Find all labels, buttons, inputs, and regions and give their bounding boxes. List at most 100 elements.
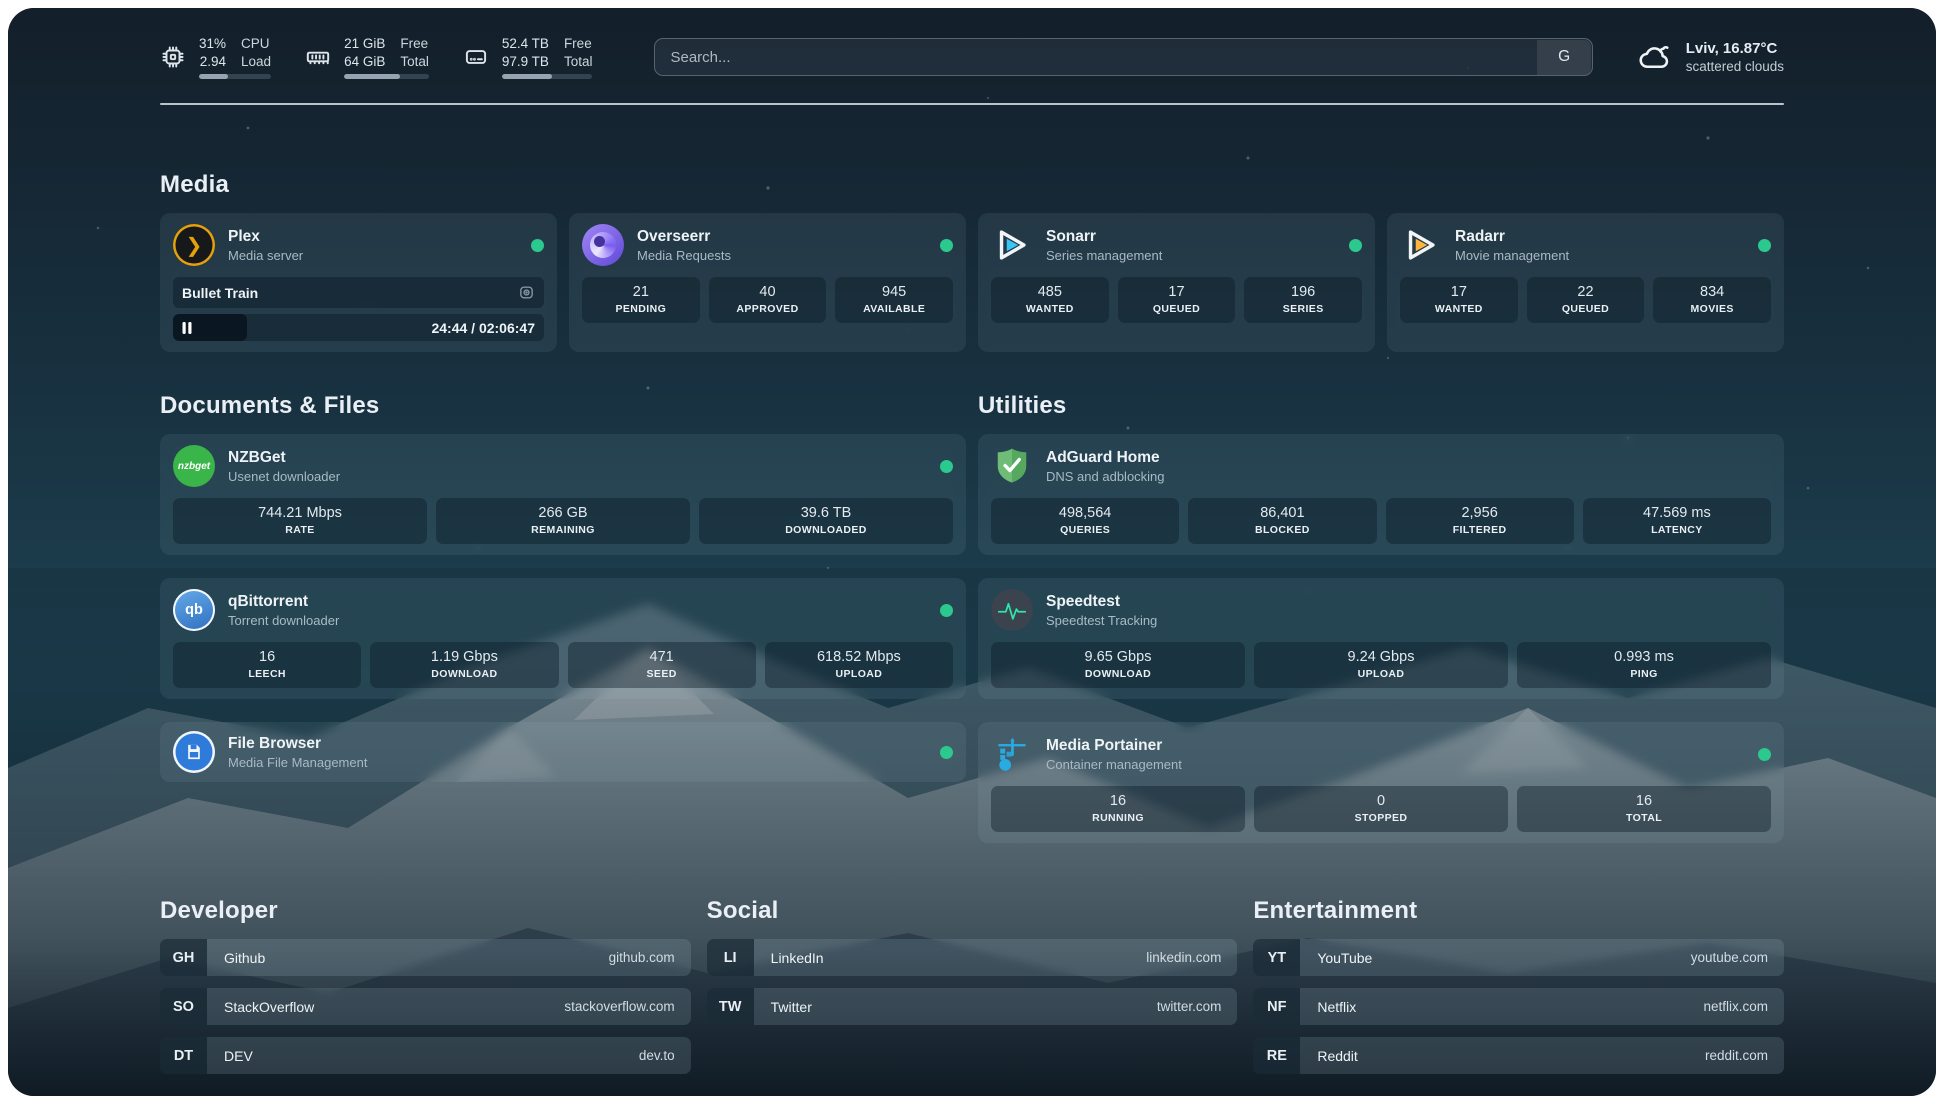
stat-box: 17 QUEUED [1118,277,1236,323]
bookmark-abbr: SO [160,988,207,1025]
service-card-speedtest[interactable]: Speedtest Speedtest Tracking 9.65 Gbps D… [978,578,1784,699]
bookmark-name: LinkedIn [754,939,1147,976]
service-title: Media Portainer [1046,736,1182,755]
service-card-nzbget[interactable]: NZBGet Usenet downloader 744.21 Mbps RAT… [160,434,966,555]
media-grid: Plex Media server Bullet Train [160,213,1784,352]
bookmark-abbr: NF [1253,988,1300,1025]
stat-box: 2,956 FILTERED [1386,498,1574,544]
service-title: NZBGet [228,448,340,467]
bookmark-domain: dev.to [639,1037,691,1074]
portainer-icon [991,733,1033,775]
stat-box: 16 TOTAL [1517,786,1771,832]
playback-time: 24:44 / 02:06:47 [431,320,544,336]
bookmark-dev[interactable]: DT DEV dev.to [160,1037,691,1074]
bookmark-domain: github.com [609,939,691,976]
bookmark-twitter[interactable]: TW Twitter twitter.com [707,988,1238,1025]
stat-box: 21 PENDING [582,277,700,323]
status-dot [1349,239,1362,252]
cpu-icon [160,44,186,70]
stat-box: 40 APPROVED [709,277,827,323]
stat-box: 945 AVAILABLE [835,277,953,323]
status-dot [531,239,544,252]
bookmark-linkedin[interactable]: LI LinkedIn linkedin.com [707,939,1238,976]
cpu-stats: 31% 2.94 CPU Load [199,35,271,79]
weather-location-temp: Lviv, 16.87°C [1686,39,1784,58]
service-card-sonarr[interactable]: Sonarr Series management 485 WANTED 17 Q… [978,213,1375,352]
bookmark-abbr: DT [160,1037,207,1074]
nzbget-icon [173,445,215,487]
service-card-adguard[interactable]: AdGuard Home DNS and adblocking 498,564 … [978,434,1784,555]
camera-icon [518,284,535,301]
service-card-qbittorrent[interactable]: qBittorrent Torrent downloader 16 LEECH [160,578,966,699]
bookmark-youtube[interactable]: YT YouTube youtube.com [1253,939,1784,976]
memory-progress-fill [344,74,400,79]
weather-widget: Lviv, 16.87°C scattered clouds [1637,39,1784,75]
dashboard-content: 31% 2.94 CPU Load [8,8,1936,1096]
search-bar: G [654,38,1592,76]
bookmark-group-developer: Developer GH Github github.com SO StackO… [160,897,691,1086]
memory-total: 64 GiB [344,53,385,71]
stat-box: 9.65 Gbps DOWNLOAD [991,642,1245,688]
bookmark-stackoverflow[interactable]: SO StackOverflow stackoverflow.com [160,988,691,1025]
bookmark-github[interactable]: GH Github github.com [160,939,691,976]
free-label: Free [400,35,429,53]
section-documents: Documents & Files NZBGet Usenet download… [160,392,966,843]
section-utilities: Utilities AdGuard Home DNS and adblock [978,392,1784,843]
search-input[interactable] [654,38,1592,76]
bookmark-domain: stackoverflow.com [564,988,690,1025]
free-label: Free [564,35,593,53]
bookmark-name: Netflix [1300,988,1703,1025]
bookmarks-section: Developer GH Github github.com SO StackO… [160,897,1784,1086]
radarr-icon [1400,224,1442,266]
stat-box: 618.52 Mbps UPLOAD [765,642,953,688]
service-card-radarr[interactable]: Radarr Movie management 17 WANTED 22 QUE… [1387,213,1784,352]
playback-progress-bar: 24:44 / 02:06:47 [173,314,544,341]
service-title: Overseerr [637,227,731,246]
status-dot [940,746,953,759]
service-card-plex[interactable]: Plex Media server Bullet Train [160,213,557,352]
cloud-icon [1637,39,1673,75]
load-label: Load [241,53,271,71]
bookmark-abbr: YT [1253,939,1300,976]
bookmark-group-social: Social LI LinkedIn linkedin.com TW Twitt… [707,897,1238,1086]
stat-box: 196 SERIES [1244,277,1362,323]
status-dot [940,239,953,252]
status-dot [1758,239,1771,252]
filebrowser-icon [173,731,215,773]
service-subtitle: Usenet downloader [228,469,340,484]
ram-icon [305,44,331,70]
stat-box: 471 SEED [568,642,756,688]
cpu-label: CPU [241,35,271,53]
sonarr-icon [991,224,1033,266]
bookmark-domain: youtube.com [1691,939,1784,976]
group-heading: Social [707,897,1238,925]
stat-box: 86,401 BLOCKED [1188,498,1376,544]
section-heading: Media [160,171,1784,199]
cpu-progress-fill [199,74,228,79]
service-title: AdGuard Home [1046,448,1165,467]
bookmark-netflix[interactable]: NF Netflix netflix.com [1253,988,1784,1025]
service-title: Radarr [1455,227,1569,246]
bookmark-abbr: RE [1253,1037,1300,1074]
bookmark-domain: reddit.com [1705,1037,1784,1074]
memory-progress-bar [344,74,429,79]
stat-box: 485 WANTED [991,277,1109,323]
bookmark-reddit[interactable]: RE Reddit reddit.com [1253,1037,1784,1074]
service-card-filebrowser[interactable]: File Browser Media File Management [160,722,966,782]
bookmark-name: DEV [207,1037,639,1074]
disk-progress-bar [502,74,593,79]
section-heading: Utilities [978,392,1784,420]
service-card-portainer[interactable]: Media Portainer Container management 16 … [978,722,1784,843]
bookmark-name: Github [207,939,609,976]
weather-condition: scattered clouds [1686,58,1784,75]
bookmark-name: Twitter [754,988,1157,1025]
search-provider-button[interactable]: G [1537,40,1591,75]
cpu-percent: 31% [199,35,226,53]
status-dot [940,604,953,617]
service-card-overseerr[interactable]: Overseerr Media Requests 21 PENDING 40 A… [569,213,966,352]
service-title: qBittorrent [228,592,339,611]
service-subtitle: Speedtest Tracking [1046,613,1157,628]
section-heading: Documents & Files [160,392,966,420]
disk-progress-fill [502,74,552,79]
memory-free: 21 GiB [344,35,385,53]
